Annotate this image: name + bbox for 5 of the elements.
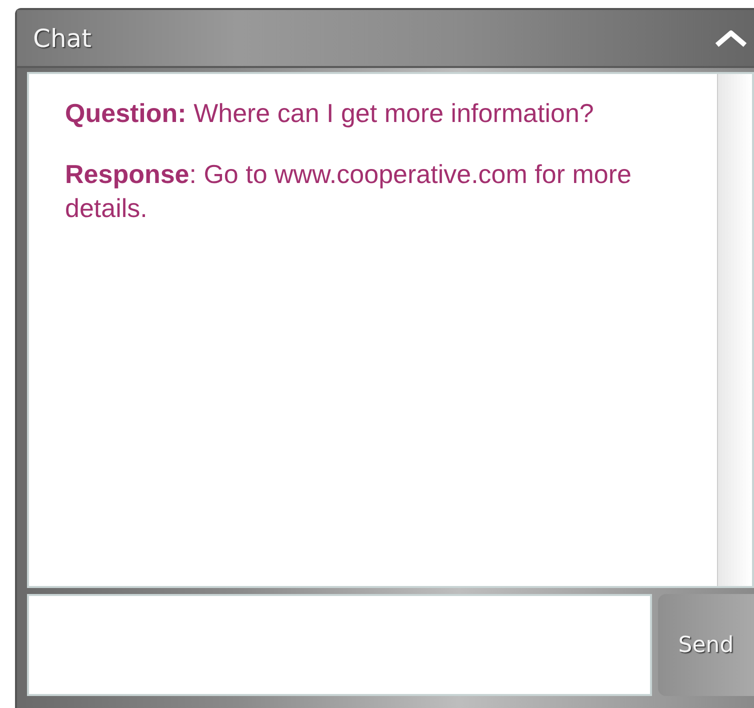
chat-message: Response: Go to www.cooperative.com for more details.: [65, 158, 632, 225]
chat-message: Question: Where can I get more information?: [65, 97, 595, 130]
panel-title: Chat: [33, 24, 92, 52]
message-input[interactable]: [27, 594, 652, 696]
send-button[interactable]: Send: [658, 594, 754, 696]
